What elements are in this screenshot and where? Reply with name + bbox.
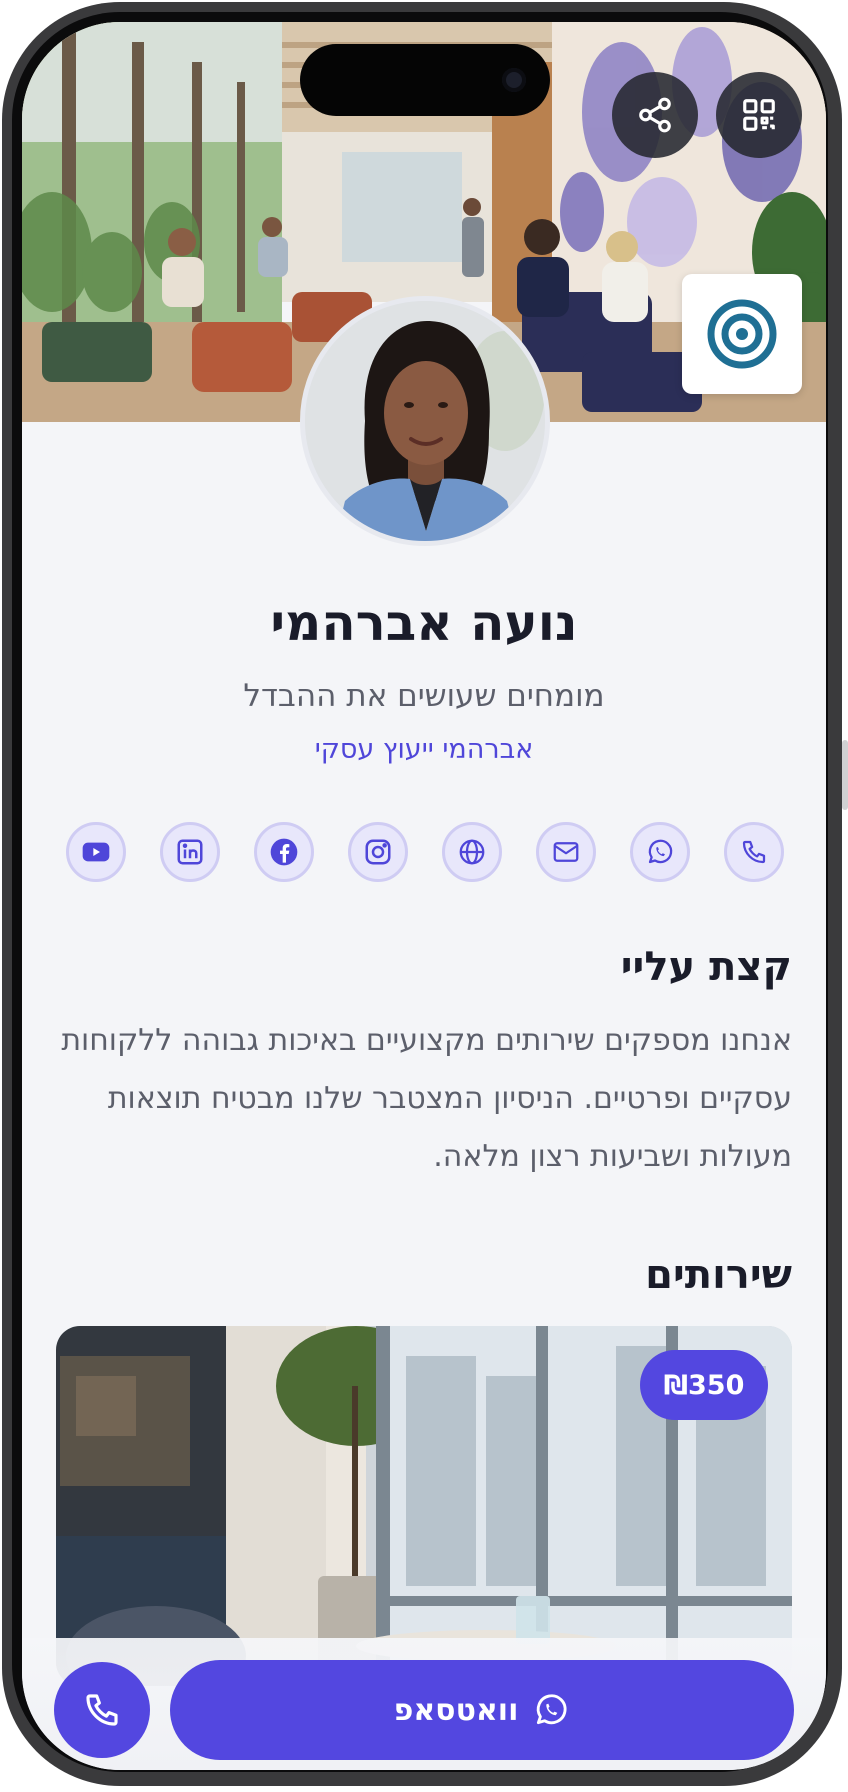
phone-icon [742, 840, 766, 864]
qr-code-button[interactable] [716, 72, 802, 158]
camera-icon [502, 68, 526, 92]
device-side-button [842, 740, 848, 810]
about-title: קצת עליי [620, 944, 792, 990]
whatsapp-icon [537, 1694, 567, 1725]
facebook-icon [270, 838, 298, 866]
youtube-button[interactable] [66, 822, 126, 882]
whatsapp-cta-button[interactable]: וואטסאפ [170, 1660, 794, 1760]
screen: נועה אברהמי מומחים שעושים את ההבדל אברהמ… [22, 22, 826, 1770]
qr-code-icon [743, 99, 775, 131]
social-links [66, 822, 784, 884]
call-button[interactable] [54, 1662, 150, 1758]
phone-button[interactable] [724, 822, 784, 882]
instagram-icon [365, 839, 391, 865]
profile-tagline: מומחים שעושים את ההבדל [243, 678, 605, 714]
target-logo-icon [707, 299, 777, 369]
globe-icon [459, 839, 485, 865]
linkedin-icon [177, 839, 203, 865]
youtube-icon [82, 842, 110, 862]
share-icon [639, 97, 671, 133]
whatsapp-icon [648, 839, 673, 864]
whatsapp-cta-label: וואטסאפ [393, 1692, 519, 1728]
dynamic-island [300, 44, 550, 116]
email-button[interactable] [536, 822, 596, 882]
profile-name: נועה אברהמי [270, 594, 578, 652]
linkedin-button[interactable] [160, 822, 220, 882]
mail-icon [553, 842, 579, 862]
company-link[interactable]: אברהמי ייעוץ עסקי [22, 734, 826, 765]
website-button[interactable] [442, 822, 502, 882]
avatar [300, 296, 550, 546]
about-text: אנחנו מספקים שירותים מקצועיים באיכות גבו… [61, 1023, 792, 1174]
whatsapp-button[interactable] [630, 822, 690, 882]
share-button[interactable] [612, 72, 698, 158]
phone-icon [86, 1694, 118, 1726]
service-price-badge: ₪350 [640, 1350, 768, 1420]
facebook-button[interactable] [254, 822, 314, 882]
services-title: שירותים [645, 1252, 792, 1298]
phone-frame: נועה אברהמי מומחים שעושים את ההבדל אברהמ… [0, 0, 848, 1792]
instagram-button[interactable] [348, 822, 408, 882]
company-logo [682, 274, 802, 394]
service-card[interactable]: ₪350 [56, 1326, 792, 1686]
